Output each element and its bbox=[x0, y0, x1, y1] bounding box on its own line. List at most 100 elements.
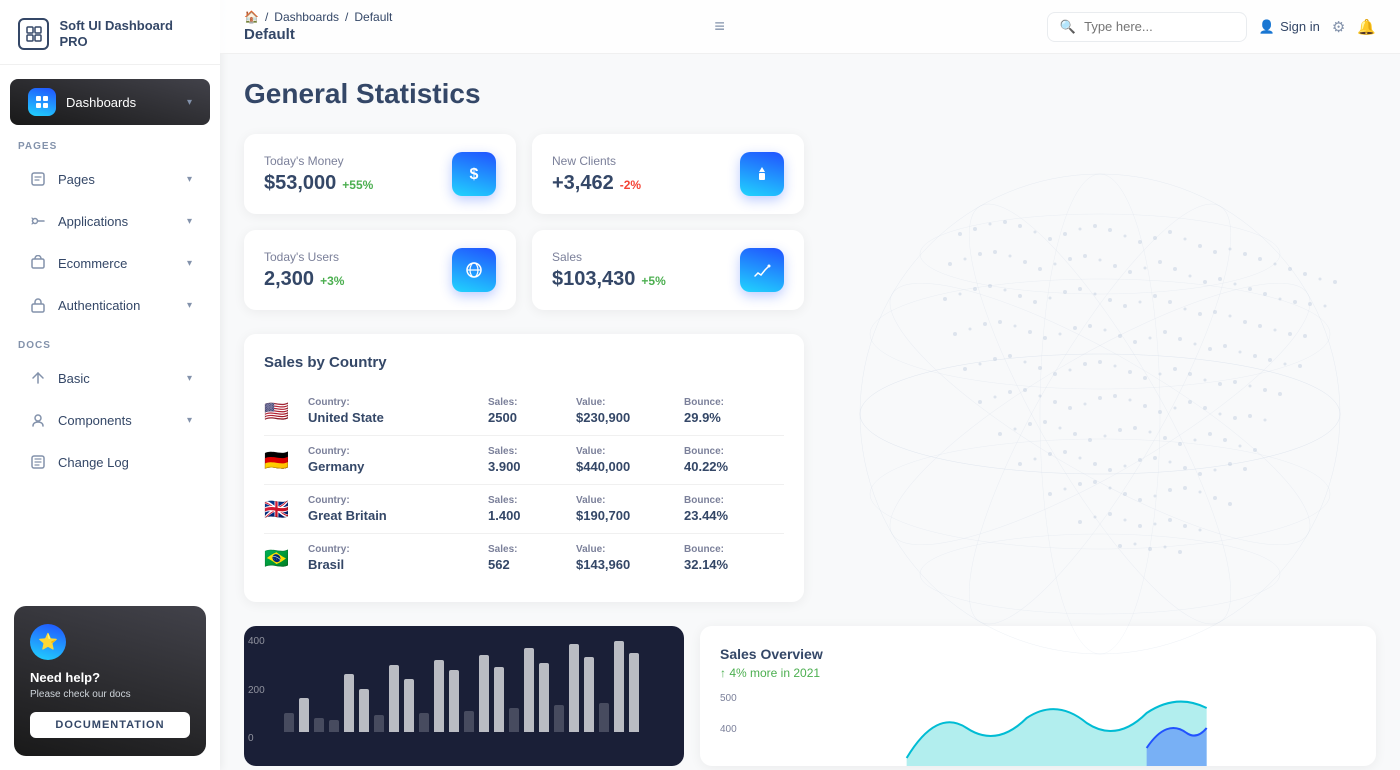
pages-section-label: PAGES bbox=[0, 127, 220, 158]
stat-money-label: Today's Money bbox=[264, 154, 373, 168]
sales-country-title: Sales by Country bbox=[264, 354, 784, 371]
sidebar-item-ecommerce[interactable]: Ecommerce ▾ bbox=[10, 244, 210, 282]
page-title-breadcrumb: Default bbox=[244, 26, 392, 43]
breadcrumb-sep1: / bbox=[265, 10, 268, 24]
overview-chart-area: 500 400 bbox=[720, 688, 1356, 766]
sidebar-item-changelog-label: Change Log bbox=[58, 455, 129, 470]
sign-in-label: Sign in bbox=[1280, 19, 1320, 34]
pages-chevron: ▾ bbox=[187, 174, 192, 185]
sidebar-item-dashboards[interactable]: Dashboards ▾ bbox=[10, 79, 210, 125]
stat-money-value: $53,000 bbox=[264, 172, 336, 195]
authentication-chevron: ▾ bbox=[187, 300, 192, 311]
stats-grid: Today's Money $53,000 +55% $ New Clients bbox=[244, 134, 804, 310]
value-de: Value: $440,000 bbox=[576, 446, 676, 474]
sidebar-item-components[interactable]: Components ▾ bbox=[10, 401, 210, 439]
sales-br: Sales: 562 bbox=[488, 544, 568, 572]
svg-text:$: $ bbox=[470, 166, 479, 183]
sidebar-item-pages-label: Pages bbox=[58, 172, 95, 187]
sidebar-item-basic-label: Basic bbox=[58, 371, 90, 386]
globe-background bbox=[800, 134, 1400, 694]
main-content: 🏠 / Dashboards / Default Default ≡ 🔍 👤 S… bbox=[220, 0, 1400, 770]
bar bbox=[554, 705, 564, 732]
flag-us: 🇺🇸 bbox=[264, 399, 300, 424]
table-row: 🇬🇧 Country: Great Britain Sales: 1.400 V… bbox=[264, 485, 784, 534]
search-icon: 🔍 bbox=[1060, 19, 1076, 35]
search-box[interactable]: 🔍 bbox=[1047, 12, 1247, 42]
bar bbox=[599, 703, 609, 732]
country-us: Country: United State bbox=[308, 397, 480, 425]
sales-de: Sales: 3.900 bbox=[488, 446, 568, 474]
bounce-us: Bounce: 29.9% bbox=[684, 397, 784, 425]
bar bbox=[479, 655, 489, 732]
bell-icon[interactable]: 🔔 bbox=[1357, 18, 1376, 36]
stat-users-icon bbox=[452, 248, 496, 292]
bar bbox=[539, 663, 549, 732]
country-de: Country: Germany bbox=[308, 446, 480, 474]
ecommerce-icon bbox=[28, 253, 48, 273]
value-br: Value: $143,960 bbox=[576, 544, 676, 572]
breadcrumb-current: Default bbox=[354, 10, 392, 24]
table-row: 🇧🇷 Country: Brasil Sales: 562 Value: $14… bbox=[264, 534, 784, 582]
bar bbox=[314, 718, 324, 732]
y-axis-labels: 400 200 0 bbox=[248, 636, 265, 744]
page-body: General Statistics Today's Money $53,000… bbox=[220, 54, 1400, 770]
country-br: Country: Brasil bbox=[308, 544, 480, 572]
stat-money-change: +55% bbox=[342, 178, 373, 192]
bar bbox=[524, 648, 534, 732]
sales-overview-card: Sales Overview ↑ 4% more in 2021 500 400 bbox=[700, 626, 1376, 766]
bar-chart-bars bbox=[284, 636, 674, 744]
sign-in-button[interactable]: 👤 Sign in bbox=[1259, 19, 1320, 35]
stat-card-new-clients: New Clients +3,462 -2% bbox=[532, 134, 804, 214]
breadcrumb-trail: 🏠 / Dashboards / Default bbox=[244, 10, 392, 24]
bar bbox=[284, 713, 294, 732]
basic-icon bbox=[28, 368, 48, 388]
bottom-section: 400 200 0 bbox=[244, 626, 1376, 766]
applications-icon bbox=[28, 211, 48, 231]
bar bbox=[329, 720, 339, 732]
sidebar: Soft UI Dashboard PRO Dashboards ▾ PAGES bbox=[0, 0, 220, 770]
bounce-br: Bounce: 32.14% bbox=[684, 544, 784, 572]
stat-clients-icon bbox=[740, 152, 784, 196]
bar bbox=[359, 689, 369, 732]
gear-icon[interactable]: ⚙ bbox=[1332, 18, 1345, 36]
sidebar-item-applications[interactable]: Applications ▾ bbox=[10, 202, 210, 240]
ecommerce-chevron: ▾ bbox=[187, 258, 192, 269]
pages-icon bbox=[28, 169, 48, 189]
breadcrumb: 🏠 / Dashboards / Default Default bbox=[244, 10, 392, 43]
sidebar-item-basic[interactable]: Basic ▾ bbox=[10, 359, 210, 397]
authentication-icon bbox=[28, 295, 48, 315]
sidebar-item-pages[interactable]: Pages ▾ bbox=[10, 160, 210, 198]
bounce-de: Bounce: 40.22% bbox=[684, 446, 784, 474]
menu-toggle[interactable]: ≡ bbox=[714, 16, 725, 37]
stat-users-change: +3% bbox=[320, 274, 344, 288]
bar bbox=[614, 641, 624, 732]
sales-us: Sales: 2500 bbox=[488, 397, 568, 425]
dashboards-icon bbox=[28, 88, 56, 116]
sidebar-item-authentication[interactable]: Authentication ▾ bbox=[10, 286, 210, 324]
docs-section-label: DOCS bbox=[0, 326, 220, 357]
bar bbox=[584, 657, 594, 732]
stat-users-value: 2,300 bbox=[264, 268, 314, 291]
stat-clients-info: New Clients +3,462 -2% bbox=[552, 154, 641, 195]
stat-users-label: Today's Users bbox=[264, 250, 344, 264]
changelog-icon bbox=[28, 452, 48, 472]
table-row: 🇩🇪 Country: Germany Sales: 3.900 Value: … bbox=[264, 436, 784, 485]
overview-title: Sales Overview bbox=[720, 646, 1356, 662]
flag-gb: 🇬🇧 bbox=[264, 497, 300, 522]
sidebar-item-authentication-label: Authentication bbox=[58, 298, 140, 313]
bounce-gb: Bounce: 23.44% bbox=[684, 495, 784, 523]
applications-chevron: ▾ bbox=[187, 216, 192, 227]
logo-icon bbox=[18, 18, 49, 50]
bar bbox=[464, 711, 474, 732]
bar bbox=[509, 708, 519, 732]
sidebar-item-changelog[interactable]: Change Log bbox=[10, 443, 210, 481]
logo-area: Soft UI Dashboard PRO bbox=[0, 0, 220, 65]
bar bbox=[374, 715, 384, 732]
search-input[interactable] bbox=[1084, 19, 1234, 34]
sidebar-item-ecommerce-label: Ecommerce bbox=[58, 256, 127, 271]
stat-card-todays-users: Today's Users 2,300 +3% bbox=[244, 230, 516, 310]
hamburger-icon: ≡ bbox=[714, 16, 725, 37]
documentation-button[interactable]: DOCUMENTATION bbox=[30, 712, 190, 738]
stat-card-todays-money: Today's Money $53,000 +55% $ bbox=[244, 134, 516, 214]
stat-clients-change: -2% bbox=[620, 178, 641, 192]
